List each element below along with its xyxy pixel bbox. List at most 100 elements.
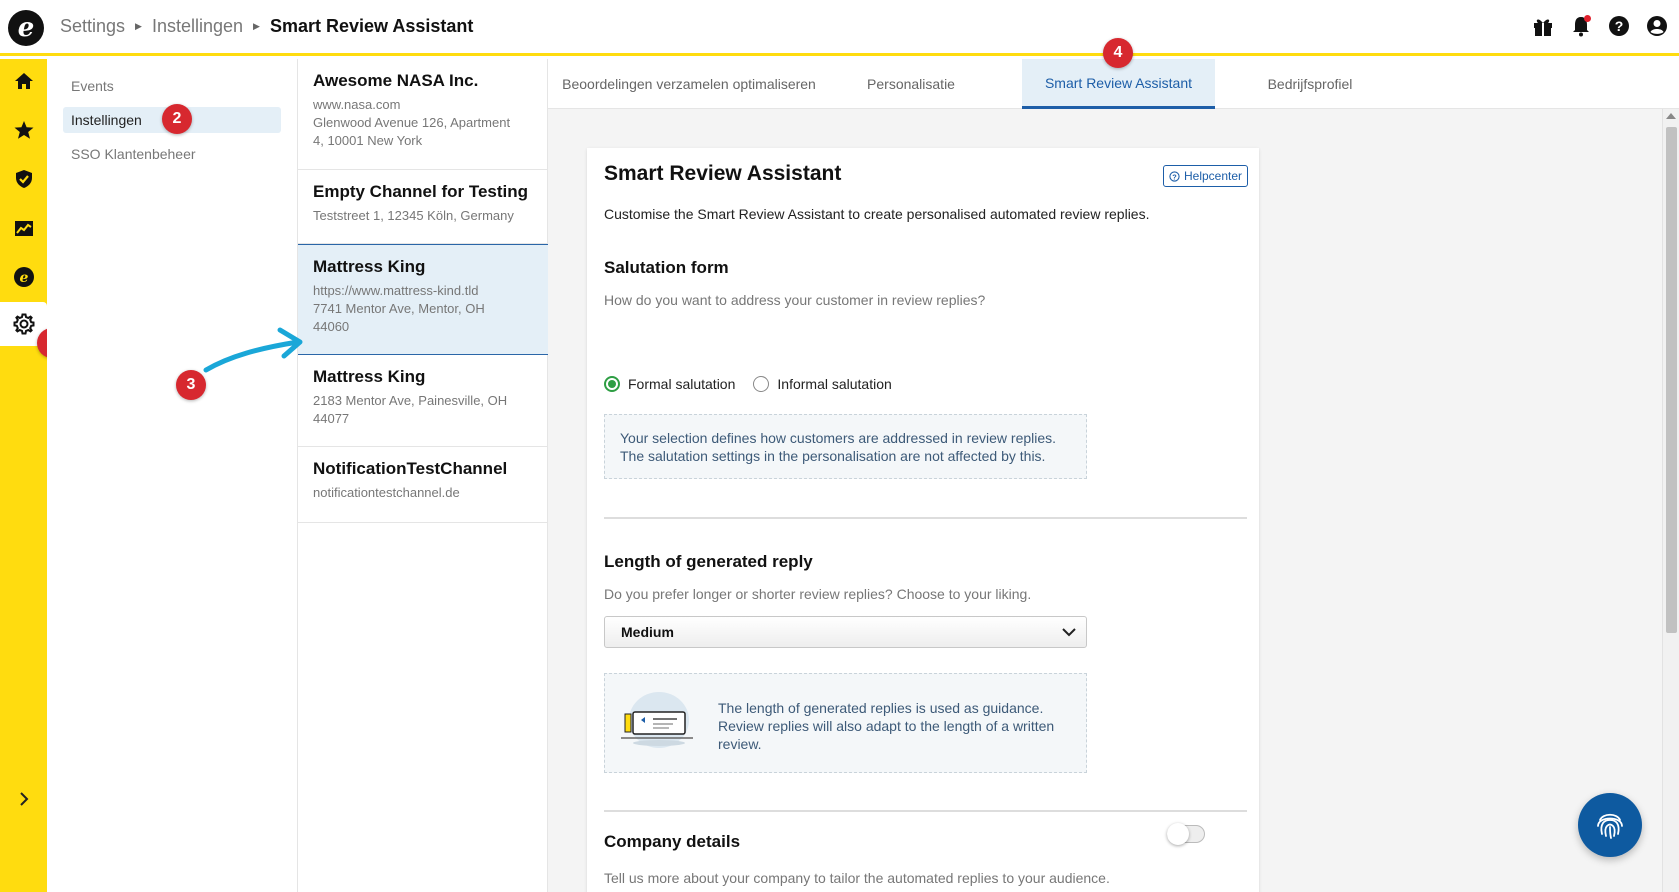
tab-beoordelingen[interactable]: Beoordelingen verzamelen optimaliseren [548,59,830,109]
channel-name: NotificationTestChannel [313,459,508,478]
breadcrumb-separator-icon: ▶ [135,21,142,31]
salutation-info-line: The salutation settings in the personali… [620,448,1046,464]
channel-name: Mattress King [313,367,426,386]
length-heading: Length of generated reply [604,552,813,571]
nav-trust[interactable] [0,157,47,201]
length-info-box: The length of generated replies is used … [604,673,1087,773]
length-info-text: The length of generated replies is used … [718,699,1054,753]
reply-length-value: Medium [621,624,674,640]
scrollbar-thumb[interactable] [1666,127,1677,633]
company-details-heading: Company details [604,832,741,851]
channel-address: Glenwood Avenue 126, Apartment [313,115,511,130]
trusted-shops-logo[interactable]: e [8,10,44,46]
breadcrumb-current: Smart Review Assistant [269,16,474,36]
salutation-info-line: Your selection defines how customers are… [620,430,1057,446]
breadcrumb-settings[interactable]: Settings [60,16,125,37]
gift-icon[interactable] [1531,14,1555,38]
breadcrumb: Settings ▶ Instellingen ▶ Smart Review A… [60,16,473,37]
channel-address: 7741 Mentor Ave, Mentor, OH [313,301,485,316]
gear-icon [13,313,34,335]
channel-item[interactable]: Mattress King 2183 Mentor Ave, Painesvil… [298,355,548,447]
channel-list: Awesome NASA Inc. www.nasa.com Glenwood … [298,59,548,892]
fingerprint-icon [1597,813,1623,839]
length-info-line: Review replies will also adapt to the le… [718,718,1055,734]
chevron-down-icon [1062,628,1076,637]
chart-icon [14,221,33,236]
length-info-line: review. [718,736,762,752]
main-content: Beoordelingen verzamelen optimaliseren P… [548,59,1679,892]
formal-salutation-label[interactable]: Formal salutation [628,376,735,392]
channel-item-selected[interactable]: Mattress King https://www.mattress-kind.… [298,244,548,355]
help-icon[interactable]: ? [1607,14,1631,38]
channel-item[interactable]: NotificationTestChannel notificationtest… [298,447,548,523]
channel-name: Empty Channel for Testing [313,182,529,201]
nav-analytics[interactable] [0,206,47,250]
svg-text:?: ? [1615,18,1624,34]
top-icons: ? [1531,14,1669,38]
nav-reviews[interactable] [0,108,47,152]
top-bar: e Settings ▶ Instellingen ▶ Smart Review… [0,0,1679,56]
breadcrumb-separator-icon: ▶ [253,21,260,31]
helpcenter-label: Helpcenter [1184,169,1243,183]
main-nav-rail: e [0,59,47,892]
channel-name: Mattress King [313,257,426,276]
salutation-question: How do you want to address your customer… [604,292,986,308]
card-description: Customise the Smart Review Assistant to … [604,206,1150,222]
card-title: Smart Review Assistant [604,162,842,185]
smart-review-card: Smart Review Assistant ? Helpcenter Cust… [587,148,1259,892]
channel-address: 44077 [313,411,350,426]
chevron-right-icon [19,792,28,806]
vertical-scrollbar[interactable] [1662,109,1679,892]
channel-url: https://www.mattress-kind.tld [313,283,479,298]
annotation-badge-3: 3 [176,370,206,400]
salutation-info-box: Your selection defines how customers are… [604,414,1087,479]
channel-address: 44060 [313,319,350,334]
tab-personalisatie[interactable]: Personalisatie [830,59,992,109]
svg-text:e: e [19,270,28,286]
annotation-arrow [203,327,303,373]
subnav-item-sso-klantenbeheer[interactable]: SSO Klantenbeheer [63,141,281,167]
salutation-options: Formal salutation Informal salutation [604,376,892,392]
length-info-line: The length of generated replies is used … [718,700,1044,716]
formal-salutation-radio[interactable] [604,376,620,392]
reply-illustration [621,692,693,748]
company-details-question: Tell us more about your company to tailo… [604,870,1110,886]
scroll-up-arrow-icon[interactable] [1666,113,1676,119]
informal-salutation-label[interactable]: Informal salutation [777,376,891,392]
star-icon [14,121,33,139]
section-divider [604,810,1247,812]
home-icon [14,73,33,89]
informal-salutation-radio[interactable] [753,376,770,392]
length-question: Do you prefer longer or shorter review r… [604,586,1032,602]
svg-text:?: ? [1172,172,1177,181]
channel-address: 4, 10001 New York [313,133,423,148]
tab-bedrijfsprofiel[interactable]: Bedrijfsprofiel [1215,59,1405,109]
channel-address: Teststreet 1, 12345 Köln, Germany [313,208,514,223]
subnav-item-events[interactable]: Events [63,73,281,99]
channel-url: notificationtestchannel.de [313,485,460,500]
notification-dot [1584,15,1591,22]
annotation-badge-4: 4 [1103,38,1133,68]
annotation-badge-2: 2 [162,104,192,134]
breadcrumb-instellingen[interactable]: Instellingen [152,16,243,37]
user-icon[interactable] [1645,14,1669,38]
channel-name: Awesome NASA Inc. [313,71,479,90]
channel-item[interactable]: Awesome NASA Inc. www.nasa.com Glenwood … [298,59,548,170]
shield-icon [15,170,32,188]
fingerprint-fab[interactable] [1578,793,1642,857]
channel-url: www.nasa.com [313,97,401,112]
e-icon: e [13,267,34,287]
helpcenter-button[interactable]: ? Helpcenter [1163,165,1249,187]
channel-address: 2183 Mentor Ave, Painesville, OH [313,393,508,408]
salutation-heading: Salutation form [604,258,729,277]
settings-subnav: Events Instellingen SSO Klantenbeheer [47,59,298,892]
help-circle-icon: ? [1169,170,1180,182]
section-divider [604,517,1247,519]
reply-length-select[interactable]: Medium [604,616,1087,648]
company-details-toggle[interactable] [1167,823,1205,845]
bell-icon[interactable] [1569,14,1593,38]
nav-etrusted[interactable]: e [0,255,47,299]
nav-home[interactable] [0,59,47,103]
nav-expand[interactable] [0,777,47,821]
channel-item[interactable]: Empty Channel for Testing Teststreet 1, … [298,170,548,244]
